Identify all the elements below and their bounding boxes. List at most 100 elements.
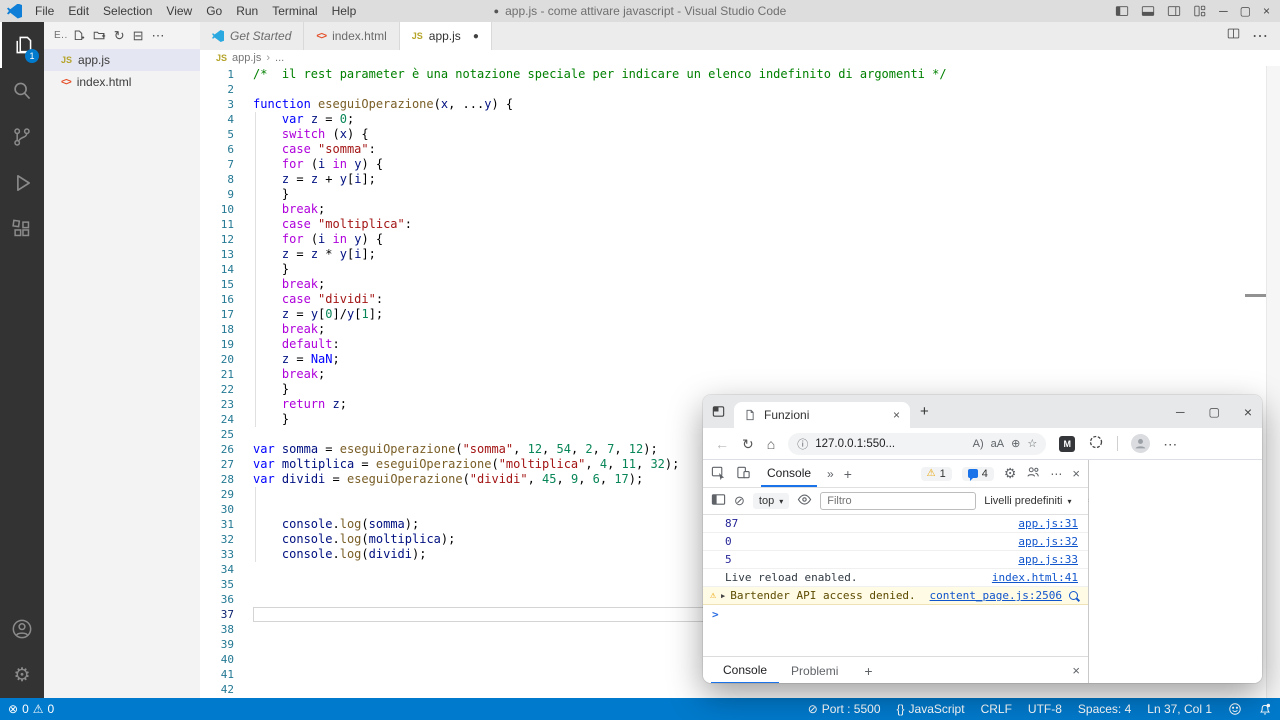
read-aloud-icon[interactable]: A) [973, 438, 984, 450]
new-folder-icon[interactable] [93, 29, 106, 42]
devtools-feedback-icon[interactable] [1026, 465, 1040, 482]
menu-run[interactable]: Run [229, 4, 265, 18]
code-line-19[interactable]: 19 default: [200, 337, 1280, 352]
source-control-icon[interactable] [0, 114, 44, 160]
new-file-icon[interactable] [72, 29, 85, 42]
menu-file[interactable]: File [28, 4, 61, 18]
browser-maximize-button[interactable]: ▢ [1208, 405, 1219, 419]
code-line-12[interactable]: 12 for (i in y) { [200, 232, 1280, 247]
code-line-17[interactable]: 17 z = y[0]/y[1]; [200, 307, 1280, 322]
new-tab-button[interactable]: + [920, 403, 929, 420]
translate-icon[interactable]: aA [991, 438, 1004, 450]
browser-settings-more-icon[interactable]: ⋯ [1163, 437, 1177, 451]
console-sidebar-icon[interactable] [711, 492, 726, 510]
code-line-7[interactable]: 7 for (i in y) { [200, 157, 1280, 172]
tab-get-started[interactable]: Get Started [200, 22, 304, 50]
feedback-smiley-icon[interactable] [1228, 702, 1242, 716]
messages-badge[interactable]: 4 [962, 467, 994, 481]
devtools-settings-gear-icon[interactable]: ⚙ [1004, 465, 1017, 482]
site-info-icon[interactable]: ⓘ [797, 436, 808, 452]
status-utf-8[interactable]: UTF-8 [1028, 702, 1062, 716]
console-source-link[interactable]: content_page.js:2506 [930, 589, 1062, 602]
file-item-app-js[interactable]: JSapp.js [44, 49, 200, 71]
status-javascript[interactable]: {}JavaScript [897, 702, 965, 716]
devtools-tab-console[interactable]: Console [761, 460, 817, 487]
tab-app-js[interactable]: JSapp.js● [400, 22, 492, 50]
refresh-icon[interactable]: ↻ [742, 437, 754, 451]
search-issue-icon[interactable] [1069, 591, 1078, 600]
customize-layout-icon[interactable] [1193, 4, 1207, 18]
code-line-42[interactable]: 42 [200, 682, 1280, 697]
code-line-8[interactable]: 8 z = z + y[i]; [200, 172, 1280, 187]
console-source-link[interactable]: app.js:32 [1018, 535, 1078, 548]
console-source-link[interactable]: app.js:33 [1018, 553, 1078, 566]
code-line-11[interactable]: 11 case "moltiplica": [200, 217, 1280, 232]
back-icon[interactable]: ← [715, 437, 729, 451]
live-expression-eye-icon[interactable] [797, 492, 812, 510]
console-message[interactable]: ⚠▶Bartender API access denied.content_pa… [703, 587, 1088, 605]
menu-edit[interactable]: Edit [61, 4, 96, 18]
toggle-sidebar-icon[interactable] [1115, 4, 1129, 18]
collapse-all-icon[interactable]: ⊟ [133, 29, 144, 42]
code-line-3[interactable]: 3function eseguiOperazione(x, ...y) { [200, 97, 1280, 112]
browser-close-button[interactable]: × [1244, 404, 1252, 420]
console-filter-input[interactable] [820, 492, 976, 510]
console-message[interactable]: Live reload enabled.index.html:41 [703, 569, 1088, 587]
console-prompt[interactable]: > [703, 605, 1088, 623]
drawer-add-tab-icon[interactable]: + [864, 663, 872, 679]
code-line-2[interactable]: 2 [200, 82, 1280, 97]
drawer-tab-problemi[interactable]: Problemi [779, 657, 850, 683]
browser-essentials-icon[interactable] [1088, 434, 1104, 453]
status-crlf[interactable]: CRLF [981, 702, 1012, 716]
tab-index-html[interactable]: <>index.html [304, 22, 399, 50]
console-source-link[interactable]: app.js:31 [1018, 517, 1078, 530]
code-line-16[interactable]: 16 case "dividi": [200, 292, 1280, 307]
profile-avatar[interactable] [1131, 434, 1150, 453]
tab-actions-menu-icon[interactable] [711, 404, 726, 419]
console-source-link[interactable]: index.html:41 [992, 571, 1078, 584]
log-levels-dropdown[interactable]: Livelli predefiniti ▾ [984, 495, 1071, 507]
close-tab-icon[interactable]: × [893, 408, 900, 422]
expand-arrow-icon[interactable]: ▶ [721, 592, 725, 600]
devtools-more-icon[interactable]: ⋯ [1050, 467, 1062, 481]
views-more-actions-icon[interactable]: ⋯ [152, 29, 165, 42]
url-text[interactable]: 127.0.0.1:550... [815, 438, 965, 450]
explorer-icon[interactable]: 1 [0, 22, 44, 68]
toggle-panel-icon[interactable] [1141, 4, 1155, 18]
refresh-explorer-icon[interactable]: ↻ [114, 29, 125, 42]
code-line-21[interactable]: 21 break; [200, 367, 1280, 382]
code-line-4[interactable]: 4 var z = 0; [200, 112, 1280, 127]
code-line-14[interactable]: 14 } [200, 262, 1280, 277]
code-line-20[interactable]: 20 z = NaN; [200, 352, 1280, 367]
status-spaces-4[interactable]: Spaces: 4 [1078, 702, 1131, 716]
editor-more-actions-icon[interactable]: ⋯ [1252, 26, 1268, 46]
account-icon[interactable] [0, 606, 44, 652]
browser-tab-funzioni[interactable]: Funzioni × [734, 402, 910, 428]
menu-terminal[interactable]: Terminal [265, 4, 324, 18]
devtools-close-icon[interactable]: × [1072, 466, 1080, 481]
favorites-star-icon[interactable]: ☆ [1027, 437, 1037, 450]
zoom-icon[interactable]: ⊕ [1011, 437, 1020, 450]
home-icon[interactable]: ⌂ [767, 437, 775, 451]
search-icon[interactable] [0, 68, 44, 114]
code-line-13[interactable]: 13 z = z * y[i]; [200, 247, 1280, 262]
more-tabs-icon[interactable]: » [827, 467, 834, 481]
notifications-bell-icon[interactable] [1258, 702, 1272, 716]
browser-minimize-button[interactable]: ─ [1176, 405, 1185, 419]
device-emulation-icon[interactable] [736, 465, 751, 483]
address-bar[interactable]: ⓘ 127.0.0.1:550... A) aA ⊕ ☆ [788, 433, 1046, 455]
console-message[interactable]: 5app.js:33 [703, 551, 1088, 569]
file-item-index-html[interactable]: <>index.html [44, 71, 200, 93]
extension-m-icon[interactable]: M [1059, 436, 1075, 452]
menu-help[interactable]: Help [325, 4, 364, 18]
code-line-15[interactable]: 15 break; [200, 277, 1280, 292]
code-line-10[interactable]: 10 break; [200, 202, 1280, 217]
menu-go[interactable]: Go [199, 4, 229, 18]
minimize-button[interactable]: ─ [1219, 4, 1228, 18]
editor-scrollbar[interactable] [1266, 66, 1280, 698]
code-line-1[interactable]: 1/* il rest parameter è una notazione sp… [200, 67, 1280, 82]
code-line-6[interactable]: 6 case "somma": [200, 142, 1280, 157]
warnings-badge[interactable]: ⚠ 1 [921, 467, 952, 481]
code-line-18[interactable]: 18 break; [200, 322, 1280, 337]
toggle-secondary-sidebar-icon[interactable] [1167, 4, 1181, 18]
